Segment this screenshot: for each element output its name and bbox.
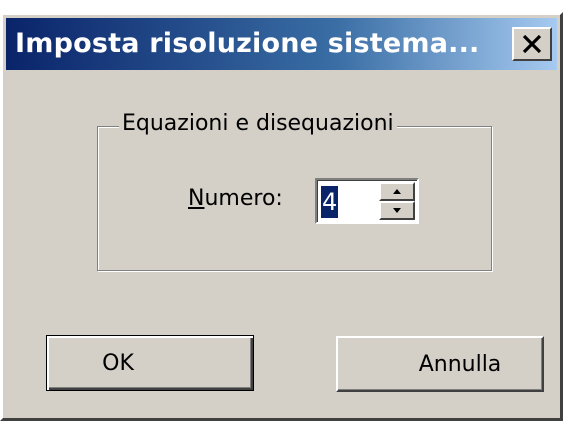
- arrow-down-icon: [393, 208, 401, 213]
- spin-buttons: [379, 182, 415, 220]
- numero-label-text: umero:: [204, 186, 283, 211]
- ok-button[interactable]: OK: [46, 335, 254, 391]
- dialog-window: Imposta risoluzione sistema... Equazioni…: [0, 12, 563, 421]
- ok-button-label: OK: [102, 350, 134, 376]
- spin-up-button[interactable]: [379, 182, 415, 201]
- close-icon: [522, 34, 542, 54]
- cancel-button-label: Annulla: [418, 351, 502, 377]
- numero-label: Numero:: [188, 183, 283, 215]
- groupbox-legend: Equazioni e disequazioni: [119, 108, 397, 140]
- title-bar[interactable]: Imposta risoluzione sistema...: [6, 18, 557, 70]
- dialog-title: Imposta risoluzione sistema...: [15, 28, 480, 59]
- numero-label-mnemonic: N: [188, 186, 205, 211]
- spin-down-button[interactable]: [379, 201, 415, 220]
- numero-value[interactable]: 4: [321, 186, 339, 218]
- arrow-up-icon: [393, 189, 401, 194]
- numero-spin-input[interactable]: 4: [315, 178, 419, 224]
- close-button[interactable]: [512, 27, 552, 61]
- cancel-button[interactable]: Annulla: [336, 336, 544, 392]
- equations-groupbox: Equazioni e disequazioni Numero: 4: [97, 108, 492, 271]
